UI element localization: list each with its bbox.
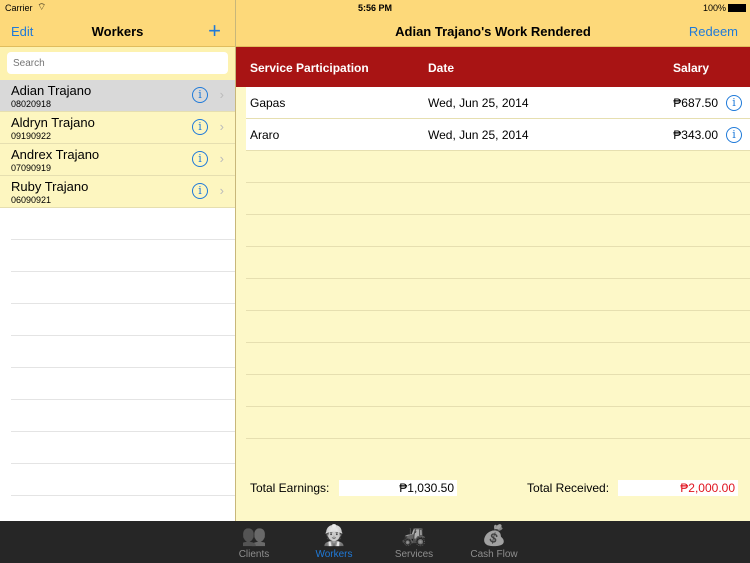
- tab-label: Workers: [315, 549, 353, 560]
- tab-cash-flow[interactable]: 💰 Cash Flow: [464, 523, 524, 560]
- received-label: Total Received:: [527, 481, 610, 495]
- tab-label: Services: [394, 549, 434, 560]
- empty-row: [11, 240, 235, 272]
- worker-row[interactable]: Adian Trajano 08020918 i ›: [0, 80, 235, 112]
- salary-cell: ₱343.00: [673, 128, 718, 142]
- status-bar: Carrier ⌔ 5:56 PM 100%: [0, 0, 750, 16]
- worker-row[interactable]: Ruby Trajano 06090921 i ›: [0, 176, 235, 208]
- empty-row: [246, 247, 750, 279]
- worker-id: 06090921: [11, 195, 52, 205]
- add-worker-button[interactable]: +: [208, 18, 221, 44]
- header-service: Service Participation: [250, 61, 369, 75]
- header-date: Date: [428, 61, 455, 75]
- worker-name: Ruby Trajano: [11, 179, 89, 194]
- empty-row: [11, 464, 235, 496]
- clients-icon: 👥: [241, 525, 267, 547]
- empty-row: [11, 208, 235, 240]
- table-row[interactable]: Araro Wed, Jun 25, 2014 ₱343.00 i: [246, 119, 750, 151]
- empty-row: [246, 375, 750, 407]
- info-icon[interactable]: i: [192, 119, 208, 135]
- work-rendered-panel: Service Participation Date Salary Gapas …: [236, 47, 750, 521]
- worker-icon: 👷: [321, 525, 347, 547]
- tab-label: Clients: [238, 549, 270, 560]
- salary-cell: ₱687.50: [673, 96, 718, 110]
- total-earnings: ₱1,030.50: [339, 480, 457, 496]
- service-cell: Araro: [250, 128, 280, 142]
- chevron-right-icon: ›: [219, 183, 224, 198]
- worker-id: 08020918: [11, 99, 52, 109]
- tab-label: Cash Flow: [470, 549, 518, 560]
- battery-level: 100%: [703, 3, 727, 13]
- tab-workers[interactable]: 👷 Workers: [304, 523, 364, 560]
- info-icon[interactable]: i: [726, 95, 742, 111]
- worker-row[interactable]: Aldryn Trajano 09190922 i ›: [0, 112, 235, 144]
- battery-icon: [728, 4, 746, 12]
- tab-bar: 👥 Clients 👷 Workers 🚜 Services 💰 Cash Fl…: [0, 521, 750, 563]
- table-row[interactable]: Gapas Wed, Jun 25, 2014 ₱687.50 i: [246, 87, 750, 119]
- empty-row: [11, 432, 235, 464]
- detail-title: Adian Trajano's Work Rendered: [395, 24, 591, 39]
- header-salary: Salary: [673, 61, 710, 75]
- worker-name: Andrex Trajano: [11, 147, 100, 162]
- time: 5:56 PM: [358, 3, 393, 13]
- empty-row: [246, 407, 750, 439]
- table-header: Service Participation Date Salary: [236, 47, 750, 87]
- chevron-right-icon: ›: [219, 87, 224, 102]
- empty-row: [11, 336, 235, 368]
- info-icon[interactable]: i: [192, 151, 208, 167]
- empty-row: [246, 215, 750, 247]
- date-cell: Wed, Jun 25, 2014: [428, 128, 529, 142]
- info-icon[interactable]: i: [192, 183, 208, 199]
- wifi-icon: ⌔: [37, 2, 47, 13]
- earnings-label: Total Earnings:: [250, 481, 330, 495]
- empty-row: [11, 272, 235, 304]
- worker-name: Aldryn Trajano: [11, 115, 95, 130]
- empty-row: [246, 279, 750, 311]
- tab-services[interactable]: 🚜 Services: [384, 523, 444, 560]
- redeem-button[interactable]: Redeem: [689, 24, 738, 39]
- tractor-icon: 🚜: [401, 525, 427, 547]
- worker-row[interactable]: Andrex Trajano 07090919 i ›: [0, 144, 235, 176]
- worker-id: 07090919: [11, 163, 52, 173]
- worker-name: Adian Trajano: [11, 83, 92, 98]
- total-received: ₱2,000.00: [618, 480, 738, 496]
- chevron-right-icon: ›: [219, 151, 224, 166]
- info-icon[interactable]: i: [726, 127, 742, 143]
- carrier: Carrier: [5, 3, 33, 13]
- workers-list: Adian Trajano 08020918 i › Aldryn Trajan…: [0, 47, 235, 521]
- empty-row: [246, 183, 750, 215]
- cash-flow-icon: 💰: [481, 525, 507, 547]
- tab-clients[interactable]: 👥 Clients: [224, 523, 284, 560]
- search-input[interactable]: [7, 52, 228, 74]
- empty-row: [246, 343, 750, 375]
- workers-nav-bar: Edit Workers +: [0, 16, 235, 47]
- chevron-right-icon: ›: [219, 119, 224, 134]
- empty-row: [246, 151, 750, 183]
- date-cell: Wed, Jun 25, 2014: [428, 96, 529, 110]
- service-cell: Gapas: [250, 96, 286, 110]
- detail-nav-bar: Adian Trajano's Work Rendered Redeem: [236, 16, 750, 47]
- empty-row: [11, 368, 235, 400]
- worker-id: 09190922: [11, 131, 52, 141]
- empty-row: [11, 304, 235, 336]
- nav-title: Workers: [91, 24, 144, 39]
- empty-row: [11, 400, 235, 432]
- info-icon[interactable]: i: [192, 87, 208, 103]
- empty-row: [246, 311, 750, 343]
